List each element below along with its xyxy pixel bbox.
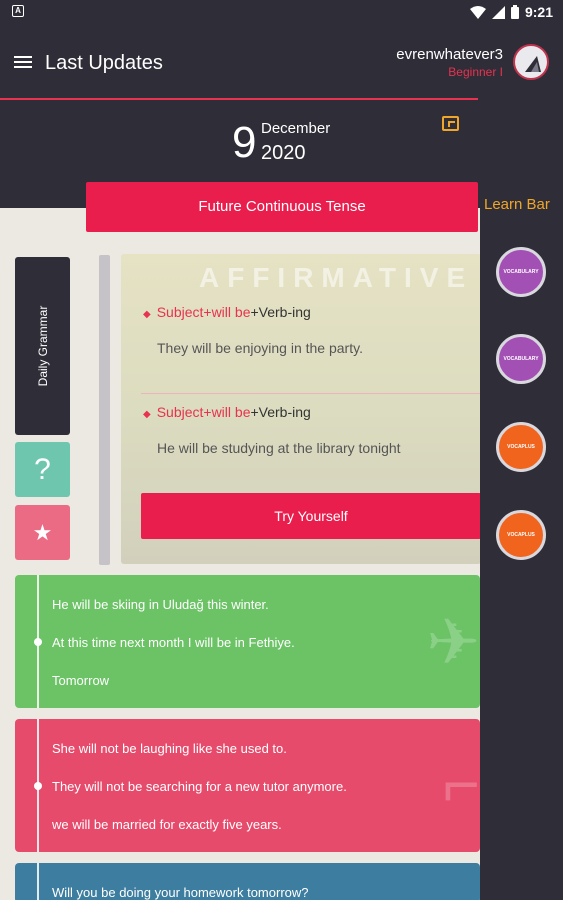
vocabulary-item[interactable]: VOCABULARY [496, 247, 546, 297]
share-icon[interactable] [442, 116, 459, 131]
bullet-icon: ◆ [143, 309, 151, 320]
date-month: December [261, 120, 331, 137]
app-header: Last Updates evrenwhatever3 Beginner I [0, 24, 563, 100]
page-title: Last Updates [45, 52, 163, 74]
wifi-icon [469, 5, 486, 19]
signal-icon [491, 5, 505, 19]
learn-bar: Learn Bar VOCABULARY VOCABULARY VOCAPLUS… [480, 180, 563, 900]
rule-formula: ◆ Subject+will be+Verb-ing [143, 304, 311, 320]
menu-icon[interactable] [14, 56, 32, 70]
formula-subject: Subject+will be [156, 404, 251, 420]
positive-examples-card[interactable]: ✈ He will be skiing in Uludağ this winte… [15, 575, 480, 708]
date-year: 2020 [261, 142, 306, 164]
question-button[interactable]: ? [15, 442, 70, 497]
formula-verb: +Verb-ing [250, 404, 311, 420]
bullet-icon: ◆ [143, 409, 151, 420]
username: evrenwhatever3 [396, 46, 503, 63]
formula-subject: Subject+will be [156, 304, 251, 320]
avatar[interactable] [513, 44, 549, 80]
example-sentence: Will you be doing your homework tomorrow… [52, 885, 309, 900]
favorite-button[interactable]: ★ [15, 505, 70, 560]
scroll-indicator [99, 255, 110, 565]
learn-bar-title: Learn Bar [484, 196, 550, 213]
user-level: Beginner I [448, 65, 503, 79]
date-day: 9 [232, 118, 257, 167]
timeline-line [37, 863, 39, 900]
example-sentence: They will not be searching for a new tut… [52, 779, 347, 794]
question-examples-card[interactable]: Will you be doing your homework tomorrow… [15, 863, 480, 900]
rule-example: They will be enjoying in the party. [157, 340, 363, 356]
negative-examples-card[interactable]: ⌐ She will not be laughing like she used… [15, 719, 480, 852]
card-divider [141, 393, 481, 394]
rule-formula: ◆ Subject+will be+Verb-ing [143, 404, 311, 420]
avatar-image [525, 56, 541, 72]
example-sentence: She will not be laughing like she used t… [52, 741, 287, 756]
card-watermark: AFFIRMATIVE [199, 262, 474, 293]
example-sentence: He will be skiing in Uludağ this winter. [52, 597, 269, 612]
try-yourself-button[interactable]: Try Yourself [141, 493, 481, 539]
app-notification-icon: A [12, 5, 24, 17]
topic-title: Future Continuous Tense [86, 182, 478, 232]
status-bar: A 9:21 [0, 0, 563, 24]
decor-icon: ✈ [426, 606, 480, 678]
daily-grammar-label: Daily Grammar [35, 305, 50, 387]
battery-icon [510, 5, 519, 19]
example-sentence: we will be married for exactly five year… [52, 817, 282, 832]
daily-grammar-tab[interactable]: Daily Grammar [15, 257, 70, 435]
timeline-dot [34, 782, 42, 790]
formula-verb: +Verb-ing [250, 304, 311, 320]
example-sentence: Tomorrow [52, 673, 110, 688]
vocaplus-item[interactable]: VOCAPLUS [496, 422, 546, 472]
user-info[interactable]: evrenwhatever3 Beginner I [396, 46, 503, 79]
vocaplus-item[interactable]: VOCAPLUS [496, 510, 546, 560]
decor-icon: ⌐ [442, 748, 480, 820]
rule-example: He will be studying at the library tonig… [157, 440, 401, 456]
timeline-dot [34, 638, 42, 646]
grammar-card: AFFIRMATIVE ◆ Subject+will be+Verb-ing Th… [121, 254, 481, 564]
vocabulary-item[interactable]: VOCABULARY [496, 334, 546, 384]
example-sentence: At this time next month I will be in Fet… [52, 635, 295, 650]
status-time: 9:21 [524, 4, 553, 20]
status-icons: 9:21 [469, 4, 553, 20]
